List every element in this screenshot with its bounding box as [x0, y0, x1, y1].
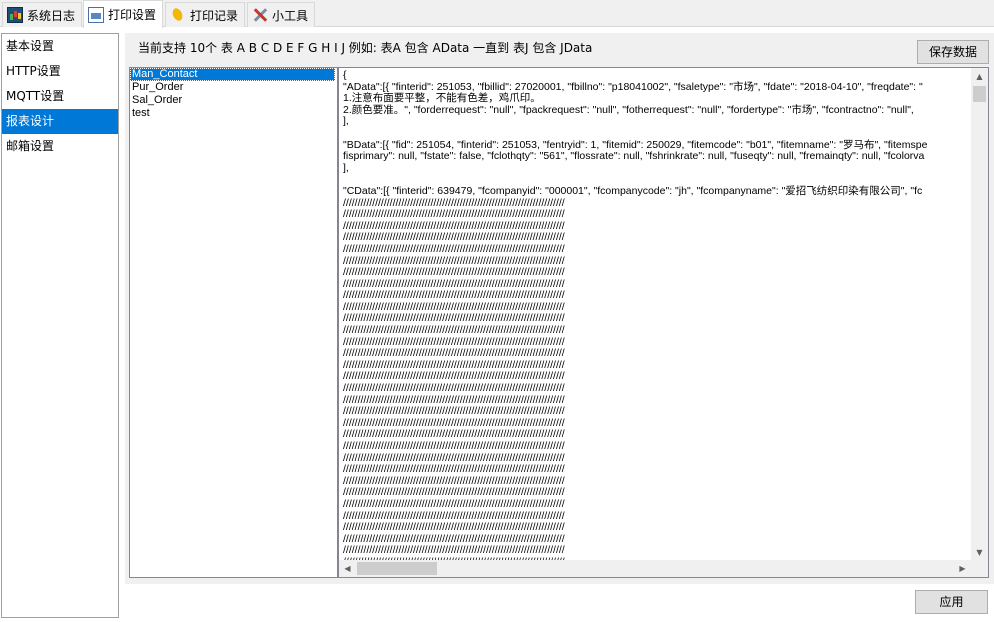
editor-line: ////////////////////////////////////////…: [343, 521, 565, 534]
tab-print-record[interactable]: 打印记录: [165, 2, 246, 27]
editor-line: "CData":[{ "finterid": 639479, "fcompany…: [343, 184, 923, 197]
print-record-icon: [170, 7, 186, 23]
sidebar-item-http[interactable]: HTTP设置: [2, 59, 118, 84]
sidebar-item-basic[interactable]: 基本设置: [2, 34, 118, 59]
editor-line: ],: [343, 115, 349, 128]
data-editor[interactable]: {"AData":[{ "finterid": 251053, "fbillid…: [338, 67, 989, 578]
report-list[interactable]: Man_Contact Pur_Order Sal_Order test: [129, 67, 338, 578]
editor-line: 2.颜色要准。", "forderrequest": "null", "fpac…: [343, 103, 914, 116]
editor-line: ////////////////////////////////////////…: [343, 382, 565, 395]
print-settings-icon: [88, 6, 104, 23]
scroll-left-icon[interactable]: ◀: [339, 560, 356, 577]
editor-text[interactable]: {"AData":[{ "finterid": 251053, "fbillid…: [343, 70, 970, 560]
editor-line: ////////////////////////////////////////…: [343, 242, 565, 255]
tab-label: 打印记录: [190, 8, 239, 23]
save-data-button[interactable]: 保存数据: [917, 40, 989, 64]
horizontal-scrollbar[interactable]: ◀ ▶: [339, 560, 971, 577]
sidebar-item-report-design[interactable]: 报表设计: [2, 109, 118, 134]
tab-tools[interactable]: 小工具: [247, 2, 316, 27]
support-hint: 当前支持 10个 表 A B C D E F G H I J 例如: 表A 包含…: [138, 41, 593, 55]
list-item[interactable]: Pur_Order: [130, 81, 337, 94]
scroll-down-icon[interactable]: ▼: [971, 544, 988, 561]
editor-line: {: [343, 70, 347, 81]
vertical-scrollbar[interactable]: ▲ ▼: [971, 68, 988, 561]
tab-system-log[interactable]: 系统日志: [2, 2, 83, 27]
list-item[interactable]: Man_Contact: [130, 68, 335, 81]
editor-line: ////////////////////////////////////////…: [343, 440, 565, 452]
apply-button[interactable]: 应用: [915, 590, 988, 614]
settings-sidebar: 基本设置 HTTP设置 MQTT设置 报表设计 邮箱设置: [1, 33, 119, 618]
editor-line: ////////////////////////////////////////…: [343, 266, 565, 279]
sidebar-item-mqtt[interactable]: MQTT设置: [2, 84, 118, 109]
editor-line: ////////////////////////////////////////…: [343, 497, 565, 510]
scroll-corner: [971, 560, 988, 577]
log-icon: [7, 7, 23, 23]
list-item[interactable]: test: [130, 107, 337, 120]
scroll-up-icon[interactable]: ▲: [971, 68, 988, 85]
editor-line: ////////////////////////////////////////…: [343, 324, 565, 337]
editor-line: ],: [343, 161, 349, 174]
tab-label: 打印设置: [108, 8, 157, 22]
tab-label: 小工具: [272, 8, 309, 23]
tab-strip: 系统日志 打印设置 打印记录 小工具: [0, 0, 994, 28]
scroll-right-icon[interactable]: ▶: [954, 560, 971, 577]
sidebar-item-mailbox[interactable]: 邮箱设置: [2, 134, 118, 159]
scroll-thumb[interactable]: [357, 562, 437, 575]
list-item[interactable]: Sal_Order: [130, 94, 337, 107]
editor-line: ////////////////////////////////////////…: [343, 208, 565, 221]
tools-icon: [252, 7, 268, 23]
tab-label: 系统日志: [27, 8, 76, 23]
editor-line: fisprimary": null, "fstate": false, "fcl…: [343, 150, 925, 163]
scroll-thumb[interactable]: [973, 86, 986, 102]
tab-print-settings[interactable]: 打印设置: [83, 0, 164, 28]
